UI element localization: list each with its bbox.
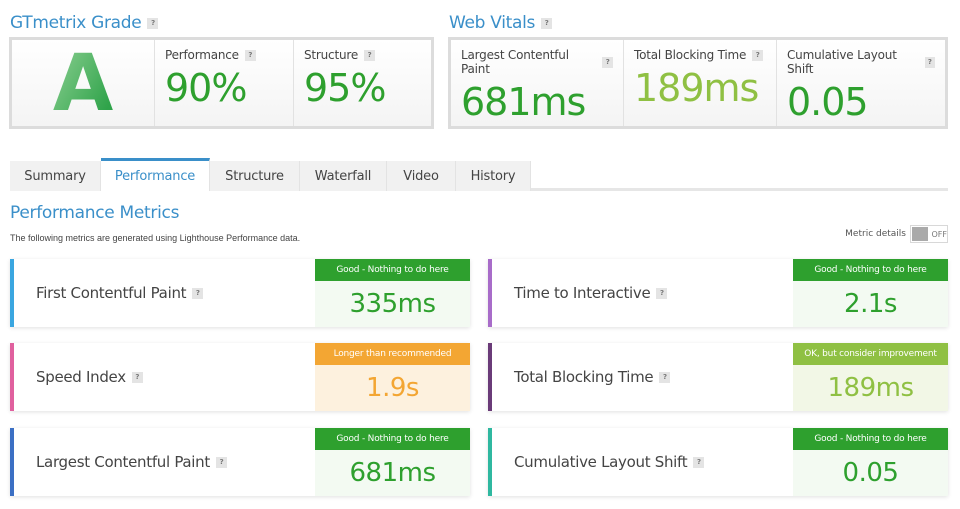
vital-cls-label: Cumulative Layout Shift ? — [787, 48, 935, 76]
metric-card: Speed Index? Longer than recommended 1.9s — [10, 343, 470, 411]
metric-details-toggle[interactable]: OFF — [910, 225, 948, 243]
help-icon[interactable]: ? — [541, 17, 553, 29]
tab-history[interactable]: History — [456, 161, 531, 191]
help-icon[interactable]: ? — [693, 456, 705, 468]
help-icon[interactable]: ? — [924, 56, 935, 68]
metric-result: OK, but consider improvement 189ms — [793, 343, 948, 411]
report-tabs: Summary Performance Structure Waterfall … — [10, 158, 948, 191]
metric-result: Good - Nothing to do here 681ms — [315, 428, 470, 496]
gtmetrix-grade-title: GTmetrix Grade ? — [10, 13, 159, 33]
metric-value: 335ms — [315, 281, 470, 327]
vital-lcp-label-text: Largest Contentful Paint — [461, 48, 569, 76]
vital-tbt-label-text: Total Blocking Time — [634, 48, 747, 62]
performance-metrics-title: Performance Metrics — [10, 203, 180, 223]
metric-name: Time to Interactive? — [492, 259, 793, 327]
metric-name: Largest Contentful Paint? — [14, 428, 315, 496]
vital-cls-cell: Cumulative Layout Shift ? 0.05 — [777, 40, 945, 126]
grade-box: A Performance ? 90% Structure ? 95% — [9, 37, 434, 129]
vital-tbt-label: Total Blocking Time ? — [634, 48, 766, 62]
tab-waterfall[interactable]: Waterfall — [300, 161, 387, 191]
metric-result: Good - Nothing to do here 2.1s — [793, 259, 948, 327]
web-vitals-title-text: Web Vitals — [449, 13, 536, 33]
help-icon[interactable]: ? — [147, 17, 159, 29]
metric-status-badge: Good - Nothing to do here — [793, 259, 948, 281]
metric-name-text: Largest Contentful Paint — [36, 453, 210, 471]
help-icon[interactable]: ? — [131, 371, 143, 383]
metric-name: Total Blocking Time? — [492, 343, 793, 411]
metric-status-badge: Good - Nothing to do here — [315, 259, 470, 281]
help-icon[interactable]: ? — [659, 371, 671, 383]
performance-score-value: 90% — [165, 66, 247, 110]
gtmetrix-grade-title-text: GTmetrix Grade — [10, 13, 142, 33]
metric-status-badge: OK, but consider improvement — [793, 343, 948, 365]
vital-lcp-value: 681ms — [461, 80, 586, 124]
metric-name-text: Time to Interactive — [514, 284, 651, 302]
toggle-state: OFF — [931, 229, 948, 239]
metric-name-text: Speed Index — [36, 368, 126, 386]
web-vitals-box: Largest Contentful Paint ? 681ms Total B… — [448, 37, 948, 129]
vital-tbt-cell: Total Blocking Time ? 189ms — [624, 40, 777, 126]
metric-value: 0.05 — [793, 450, 948, 496]
tab-video[interactable]: Video — [387, 161, 456, 191]
metric-status-badge: Longer than recommended — [315, 343, 470, 365]
structure-score-value: 95% — [304, 66, 386, 110]
vital-lcp-label: Largest Contentful Paint ? — [461, 48, 613, 76]
web-vitals-title: Web Vitals ? — [449, 13, 553, 33]
metric-name: First Contentful Paint? — [14, 259, 315, 327]
performance-metrics-description: The following metrics are generated usin… — [10, 233, 301, 243]
vital-lcp-cell: Largest Contentful Paint ? 681ms — [451, 40, 624, 126]
metric-result: Longer than recommended 1.9s — [315, 343, 470, 411]
vital-cls-value: 0.05 — [787, 80, 869, 124]
metric-value: 2.1s — [793, 281, 948, 327]
performance-score-cell: Performance ? 90% — [155, 40, 294, 126]
metric-result: Good - Nothing to do here 0.05 — [793, 428, 948, 496]
metric-card: Time to Interactive? Good - Nothing to do… — [488, 259, 948, 327]
help-icon[interactable]: ? — [364, 49, 376, 61]
help-icon[interactable]: ? — [215, 456, 227, 468]
vital-tbt-value: 189ms — [634, 66, 759, 110]
metric-name-text: Total Blocking Time — [514, 368, 654, 386]
grade-cell: A — [12, 40, 155, 126]
metric-name: Cumulative Layout Shift? — [492, 428, 793, 496]
metric-name-text: First Contentful Paint — [36, 284, 187, 302]
help-icon[interactable]: ? — [656, 287, 668, 299]
metric-status-badge: Good - Nothing to do here — [793, 428, 948, 450]
tab-structure[interactable]: Structure — [210, 161, 300, 191]
metric-details-label: Metric details — [845, 229, 906, 239]
help-icon[interactable]: ? — [192, 287, 204, 299]
metric-value: 681ms — [315, 450, 470, 496]
vital-cls-label-text: Cumulative Layout Shift — [787, 48, 897, 76]
metric-status-badge: Good - Nothing to do here — [315, 428, 470, 450]
grade-letter: A — [12, 42, 154, 126]
metric-value: 1.9s — [315, 365, 470, 411]
structure-score-cell: Structure ? 95% — [294, 40, 431, 126]
performance-score-label-text: Performance — [165, 48, 239, 62]
structure-score-label: Structure ? — [304, 48, 421, 62]
metric-name: Speed Index? — [14, 343, 315, 411]
metric-name-text: Cumulative Layout Shift — [514, 453, 688, 471]
metric-details-toggle-wrap: Metric details OFF — [845, 225, 948, 243]
help-icon[interactable]: ? — [752, 49, 764, 61]
help-icon[interactable]: ? — [244, 49, 256, 61]
performance-score-label: Performance ? — [165, 48, 283, 62]
metric-card: First Contentful Paint? Good - Nothing to… — [10, 259, 470, 327]
metric-card: Cumulative Layout Shift? Good - Nothing t… — [488, 428, 948, 496]
tab-summary[interactable]: Summary — [10, 161, 101, 191]
tab-performance[interactable]: Performance — [101, 158, 210, 191]
structure-score-label-text: Structure — [304, 48, 359, 62]
metric-card: Total Blocking Time? OK, but consider imp… — [488, 343, 948, 411]
toggle-knob — [912, 227, 928, 241]
metric-result: Good - Nothing to do here 335ms — [315, 259, 470, 327]
help-icon[interactable]: ? — [602, 56, 613, 68]
metric-card: Largest Contentful Paint? Good - Nothing … — [10, 428, 470, 496]
metric-value: 189ms — [793, 365, 948, 411]
